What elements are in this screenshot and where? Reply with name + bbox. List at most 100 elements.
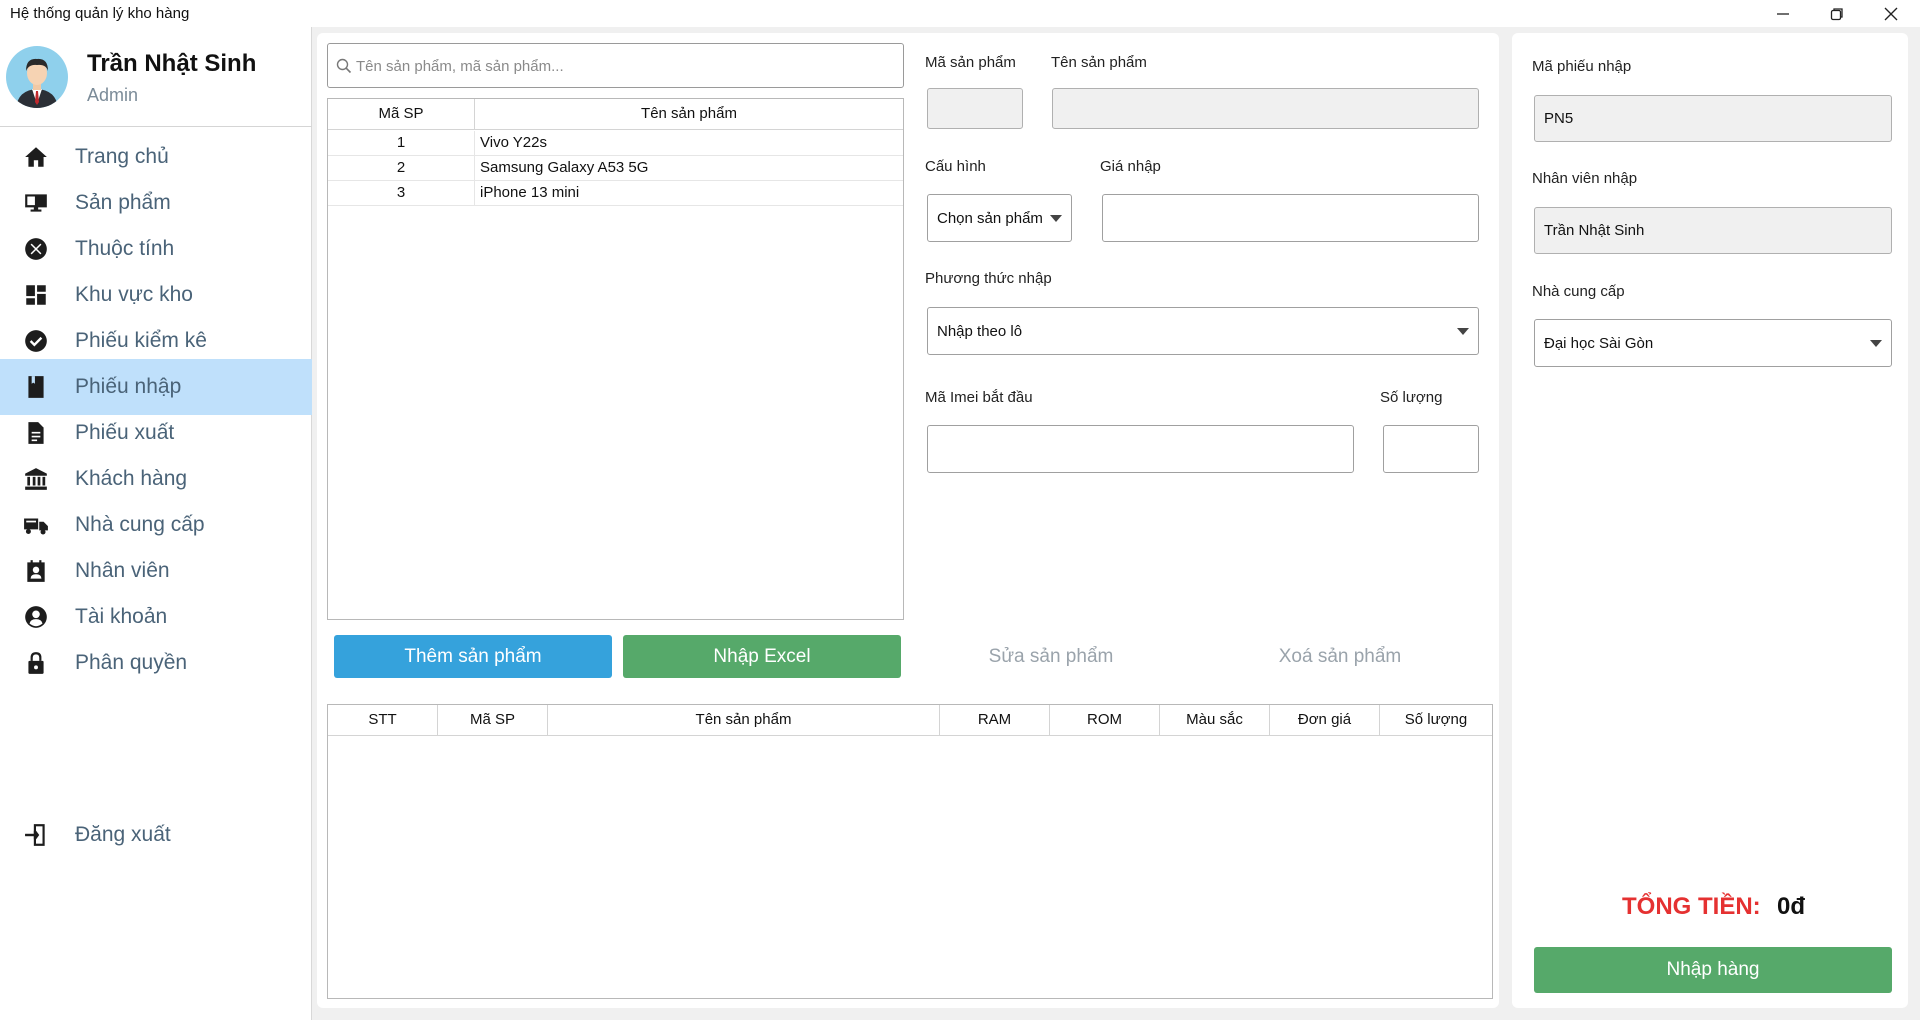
method-label: Phương thức nhập	[925, 270, 1052, 287]
minimize-icon	[1777, 12, 1789, 15]
check-circle-icon	[22, 327, 50, 355]
cell-code: 1	[328, 131, 475, 156]
bank-icon	[22, 465, 50, 493]
cell-code: 2	[328, 156, 475, 181]
nav-label: Phân quyền	[75, 651, 188, 674]
column-header[interactable]: Số lượng	[1380, 705, 1492, 736]
cell-name: Vivo Y22s	[480, 134, 547, 151]
nav-label: Khu vực kho	[75, 283, 193, 306]
column-header[interactable]: Mã SP	[438, 705, 548, 736]
logout-button[interactable]: Đăng xuất	[0, 807, 312, 863]
nav-label: Phiếu nhập	[75, 375, 182, 398]
price-label: Giá nhập	[1100, 158, 1161, 175]
import-excel-button[interactable]: Nhập Excel	[623, 635, 901, 678]
nav-label: Tài khoản	[75, 605, 168, 628]
supplier-select[interactable]: Đại học Sài Gòn	[1534, 319, 1892, 367]
imei-label: Mã Imei bắt đầu	[925, 389, 1033, 406]
submit-import-button[interactable]: Nhập hàng	[1534, 947, 1892, 993]
edit-product-button[interactable]: Sửa sản phẩm	[912, 635, 1190, 678]
logout-label: Đăng xuất	[75, 823, 171, 846]
price-input[interactable]	[1102, 194, 1479, 242]
minimize-button[interactable]	[1756, 0, 1810, 27]
staff-label: Nhân viên nhập	[1532, 170, 1638, 187]
nav-label: Sản phẩm	[75, 191, 171, 214]
badge-icon	[22, 557, 50, 585]
cell-name: Samsung Galaxy A53 5G	[480, 159, 649, 176]
staff-field[interactable]: Trần Nhật Sinh	[1534, 207, 1892, 254]
close-icon	[1884, 7, 1898, 20]
logout-icon	[22, 821, 50, 849]
column-header[interactable]: Tên sản phẩm	[475, 99, 903, 130]
receipt-code-value: PN5	[1544, 110, 1574, 127]
staff-value: Trần Nhật Sinh	[1544, 222, 1645, 239]
add-product-button[interactable]: Thêm sản phẩm	[334, 635, 612, 678]
column-header[interactable]: Màu sắc	[1160, 705, 1270, 736]
table-row[interactable]: 1 Vivo Y22s	[328, 131, 903, 156]
config-select-value: Chọn sản phẩm	[937, 209, 1043, 227]
cell-name: iPhone 13 mini	[480, 184, 580, 201]
nav-label: Phiếu xuất	[75, 421, 175, 444]
product-code-field[interactable]	[927, 88, 1023, 129]
imei-input[interactable]	[927, 425, 1354, 473]
search-input[interactable]	[356, 52, 886, 80]
search-icon	[336, 58, 352, 74]
column-header[interactable]: RAM	[940, 705, 1050, 736]
avatar	[6, 46, 68, 108]
window-title: Hệ thống quản lý kho hàng	[10, 5, 190, 22]
lock-icon	[22, 649, 50, 677]
document-icon	[22, 419, 50, 447]
total-label: TỔNG TIỀN:	[1622, 893, 1761, 920]
column-header[interactable]: ROM	[1050, 705, 1160, 736]
table-header: Mã SP Tên sản phẩm	[328, 99, 903, 130]
attribute-icon	[22, 235, 50, 263]
chevron-down-icon	[1050, 215, 1062, 222]
nav-label: Thuộc tính	[75, 237, 175, 260]
home-icon	[22, 143, 50, 171]
config-select[interactable]: Chọn sản phẩm	[927, 194, 1072, 242]
delete-product-button[interactable]: Xoá sản phẩm	[1201, 635, 1479, 678]
supplier-select-value: Đại học Sài Gòn	[1544, 334, 1654, 352]
user-profile: Trần Nhật Sinh Admin	[0, 27, 312, 127]
sidebar: Trần Nhật Sinh Admin Trang chủ Sản phẩm …	[0, 27, 312, 1020]
quantity-input[interactable]	[1383, 425, 1479, 473]
receipt-code-field[interactable]: PN5	[1534, 95, 1892, 142]
product-table: Mã SP Tên sản phẩm 1 Vivo Y22s 2 Samsung…	[327, 98, 904, 620]
column-header[interactable]: Đơn giá	[1270, 705, 1380, 736]
chevron-down-icon	[1870, 340, 1882, 347]
receipt-code-label: Mã phiếu nhập	[1532, 58, 1632, 75]
user-role: Admin	[87, 85, 139, 105]
total-value: 0đ	[1777, 893, 1806, 920]
truck-icon	[22, 511, 50, 539]
nav-label: Nhân viên	[75, 559, 170, 582]
title-bar: Hệ thống quản lý kho hàng	[0, 0, 1920, 27]
nav-label: Phiếu kiểm kê	[75, 329, 207, 352]
cell-code: 3	[328, 181, 475, 206]
product-name-field[interactable]	[1052, 88, 1479, 129]
dashboard-icon	[22, 281, 50, 309]
nav-label: Khách hàng	[75, 467, 188, 490]
book-icon	[22, 373, 50, 401]
restore-button[interactable]	[1810, 0, 1864, 27]
column-header[interactable]: Tên sản phẩm	[548, 705, 940, 736]
method-select-value: Nhập theo lô	[937, 322, 1023, 340]
quantity-label: Số lượng	[1380, 389, 1443, 406]
supplier-label: Nhà cung cấp	[1532, 283, 1625, 300]
table-header: STT Mã SP Tên sản phẩm RAM ROM Màu sắc Đ…	[328, 705, 1492, 736]
search-box[interactable]	[327, 43, 904, 88]
product-code-label: Mã sản phẩm	[925, 54, 1016, 71]
close-button[interactable]	[1864, 0, 1918, 27]
user-name: Trần Nhật Sinh	[87, 50, 257, 77]
config-label: Cấu hình	[925, 158, 986, 175]
restore-icon	[1830, 7, 1843, 20]
product-name-label: Tên sản phẩm	[1051, 54, 1147, 71]
method-select[interactable]: Nhập theo lô	[927, 307, 1479, 355]
table-row[interactable]: 3 iPhone 13 mini	[328, 181, 903, 206]
account-icon	[22, 603, 50, 631]
column-header[interactable]: STT	[328, 705, 438, 736]
nav-item-phan-quyen[interactable]: Phân quyền	[0, 635, 312, 691]
column-header[interactable]: Mã SP	[328, 99, 475, 130]
table-row[interactable]: 2 Samsung Galaxy A53 5G	[328, 156, 903, 181]
chevron-down-icon	[1457, 328, 1469, 335]
product-icon	[22, 189, 50, 217]
import-detail-table: STT Mã SP Tên sản phẩm RAM ROM Màu sắc Đ…	[327, 704, 1493, 999]
